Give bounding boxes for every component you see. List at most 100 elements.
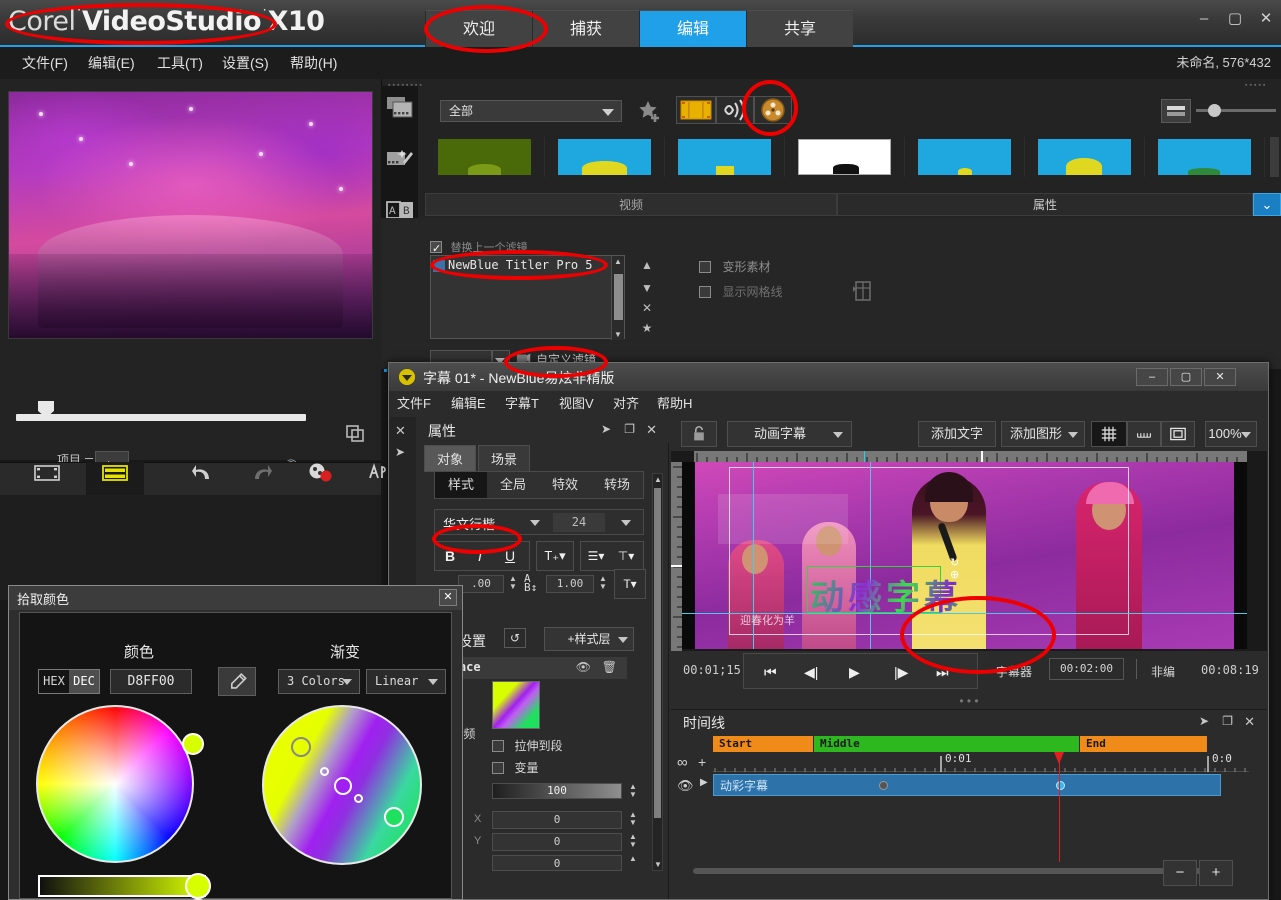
restore-icon[interactable]: ❐: [624, 422, 635, 436]
color-wheel-handle[interactable]: [182, 733, 204, 755]
guide-vertical-center[interactable]: [870, 462, 871, 649]
replace-filter-checkbox[interactable]: 替换上一个滤镜: [430, 238, 527, 256]
library-item[interactable]: [1145, 137, 1265, 177]
italic-button[interactable]: I: [465, 548, 495, 564]
preview-scrubber-track[interactable]: [16, 414, 306, 421]
font-size-chevron-down-icon[interactable]: [621, 520, 631, 526]
move-filter-down-icon[interactable]: ▼: [638, 281, 656, 299]
font-size-value[interactable]: 24: [553, 513, 605, 532]
char-spacing-field[interactable]: .00: [458, 575, 504, 593]
jump-start-icon[interactable]: ⏮: [764, 664, 777, 681]
instant-project-icon[interactable]: [384, 146, 416, 186]
hex-value-field[interactable]: D8FF00: [110, 669, 192, 694]
chevron-down-icon[interactable]: ⌄: [1253, 193, 1281, 216]
redo-icon[interactable]: [232, 462, 290, 495]
gradient-midpoint-1[interactable]: [320, 767, 329, 776]
minimize-icon[interactable]: –: [1195, 10, 1213, 28]
library-item[interactable]: [905, 137, 1025, 177]
filter-list-scrollbar[interactable]: ▲ ▼: [611, 256, 624, 340]
library-item[interactable]: [1025, 137, 1145, 177]
play-icon[interactable]: ▶: [849, 664, 860, 681]
scrollbar-thumb[interactable]: [614, 274, 623, 320]
keyframe-marker[interactable]: [879, 781, 888, 790]
text-type-button[interactable]: T▾: [614, 569, 646, 599]
tab-transition[interactable]: 转场: [591, 472, 643, 498]
offset-y-field[interactable]: 0: [492, 833, 622, 851]
dec-tab[interactable]: DEC: [69, 670, 99, 693]
titler-menu-view[interactable]: 视图V: [559, 391, 594, 417]
menu-help[interactable]: 帮助(H): [290, 47, 337, 79]
titler-minimize-icon[interactable]: –: [1136, 368, 1168, 386]
offset-x-field[interactable]: 0: [492, 811, 622, 829]
gradient-midpoint-2[interactable]: [354, 794, 363, 803]
deform-clip-checkbox[interactable]: 变形素材: [699, 258, 770, 276]
video-filter-icon[interactable]: [676, 96, 716, 124]
vertical-align-icon[interactable]: ⊤▾: [611, 549, 641, 563]
gradient-type-select[interactable]: Linear: [366, 669, 446, 694]
add-shape-button[interactable]: 添加图形: [1001, 421, 1085, 447]
pin-icon[interactable]: ➤: [601, 422, 611, 436]
scroll-up-icon[interactable]: ▲: [614, 257, 622, 266]
gradient-stops-select[interactable]: 3 Colors: [278, 669, 360, 694]
filter-list-item[interactable]: NewBlue Titler Pro 5: [433, 258, 593, 272]
opacity-slider[interactable]: 100: [492, 783, 622, 799]
titler-timeline-hscroll[interactable]: [693, 868, 1209, 874]
underline-button[interactable]: U: [495, 548, 525, 564]
add-style-layer-button[interactable]: +样式层: [544, 627, 634, 651]
library-scrollbar[interactable]: [1270, 137, 1279, 177]
offset-x-spinner[interactable]: ▲ ▼: [628, 811, 638, 827]
trash-icon[interactable]: 🗑: [602, 660, 617, 674]
titler-menu-help[interactable]: 帮助H: [657, 391, 692, 417]
color-picker-close-icon[interactable]: ✕: [439, 589, 457, 606]
nav-tab-edit[interactable]: 编辑: [639, 10, 746, 47]
tab-style[interactable]: 样式: [435, 472, 487, 498]
applied-filters-list[interactable]: NewBlue Titler Pro 5 ▲ ▼: [430, 255, 625, 340]
size-spinner[interactable]: ▲: [628, 855, 638, 863]
next-frame-icon[interactable]: |▶: [894, 664, 908, 681]
titler-duration-field[interactable]: 00:02:00: [1049, 658, 1124, 680]
properties-scrollbar[interactable]: ▲ ▼: [652, 473, 663, 871]
titler-menu-file[interactable]: 文件F: [397, 391, 431, 417]
gradient-stop-handle-2[interactable]: [334, 777, 352, 795]
stretch-checkbox[interactable]: 拉伸到段: [492, 737, 562, 755]
nav-tab-capture[interactable]: 捕获: [532, 10, 639, 47]
delete-filter-icon[interactable]: ✕: [638, 301, 656, 319]
record-capture-icon[interactable]: [292, 462, 350, 495]
ruler-icon[interactable]: [1127, 421, 1161, 447]
pin-panel-icon[interactable]: ➤: [395, 445, 405, 459]
canvas-title-text[interactable]: 动感字幕: [810, 570, 962, 619]
move-filter-up-icon[interactable]: ▲: [638, 258, 656, 276]
line-spacing-field[interactable]: 1.00: [546, 575, 594, 593]
add-to-favorites-icon[interactable]: [637, 99, 663, 123]
scroll-down-icon[interactable]: ▼: [654, 860, 662, 869]
titler-timeline-track[interactable]: 动彩字幕: [713, 774, 1221, 796]
gradient-stop-handle-3[interactable]: [384, 807, 404, 827]
gradient-stop-handle-1[interactable]: [291, 737, 311, 757]
add-text-button[interactable]: 添加文字: [918, 421, 996, 447]
tab-scene[interactable]: 场景: [478, 445, 531, 472]
variable-checkbox[interactable]: 变量: [492, 759, 538, 777]
value-slider[interactable]: [38, 875, 206, 897]
eye-icon[interactable]: 👁: [576, 660, 591, 674]
char-spacing-spinner[interactable]: ▲ ▼: [508, 575, 518, 591]
maximize-icon[interactable]: ▢: [1226, 10, 1244, 28]
menu-edit[interactable]: 编辑(E): [88, 47, 135, 79]
scrollbar-thumb[interactable]: [654, 488, 661, 818]
preset-select[interactable]: 动画字幕: [727, 421, 852, 447]
library-view-toggle[interactable]: [1161, 99, 1191, 123]
titler-menu-edit[interactable]: 编辑E: [451, 391, 486, 417]
pin-icon[interactable]: ➤: [1199, 714, 1209, 728]
show-grid-checkbox[interactable]: 显示网格线: [699, 283, 782, 301]
color-wheel[interactable]: [36, 705, 194, 863]
scroll-up-icon[interactable]: ▲: [654, 475, 662, 484]
preview-video[interactable]: [8, 91, 373, 339]
titler-close-icon[interactable]: ✕: [1204, 368, 1236, 386]
color-wheel-icon[interactable]: [754, 96, 792, 124]
tab-attribute[interactable]: 属性: [837, 193, 1253, 216]
tab-object[interactable]: 对象: [424, 445, 477, 472]
hex-dec-toggle[interactable]: HEX DEC: [38, 669, 100, 694]
opacity-spinner[interactable]: ▲ ▼: [628, 783, 638, 799]
titler-canvas[interactable]: 动感字幕 ↻ ⊕ 迎春化为羊: [671, 451, 1267, 651]
titler-menu-title[interactable]: 字幕T: [505, 391, 539, 417]
library-item[interactable]: [425, 137, 545, 177]
